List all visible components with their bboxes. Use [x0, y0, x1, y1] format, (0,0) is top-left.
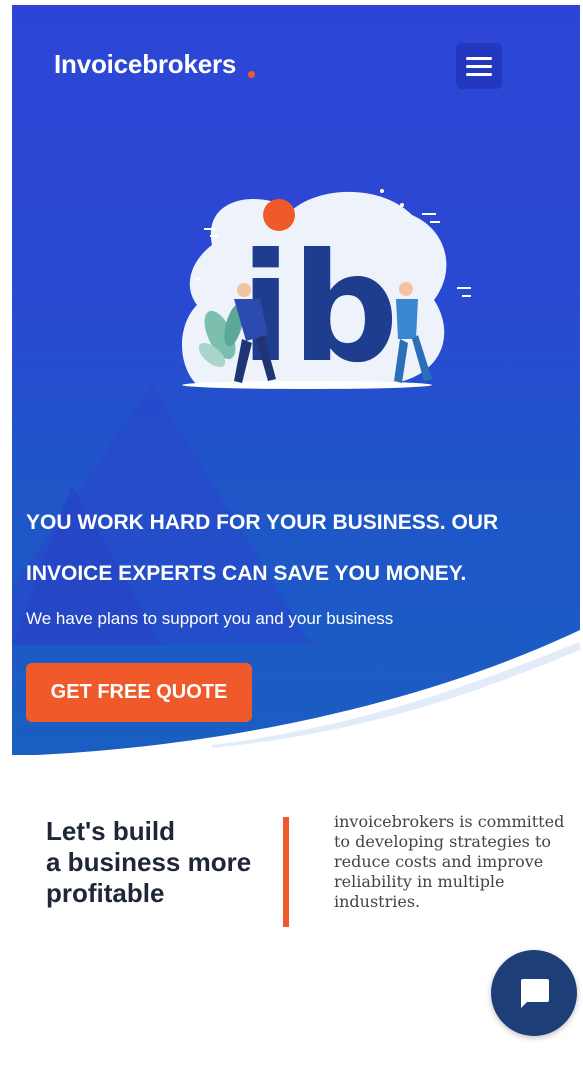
tagline-heading: Let's build a business more profitable — [46, 816, 251, 909]
intro-description: invoicebrokers is committed to developin… — [334, 812, 565, 911]
logo-text[interactable]: Invoicebrokers — [54, 49, 236, 80]
hamburger-menu-icon — [466, 56, 492, 60]
tagline-line-1: Let's build — [46, 816, 175, 846]
hamburger-menu-button[interactable] — [456, 43, 502, 89]
svg-text:ib: ib — [240, 222, 399, 396]
hero-headline-line-2: INVOICE EXPERTS CAN SAVE YOU MONEY. — [26, 562, 467, 585]
accent-divider — [283, 817, 289, 927]
hero-headline-line-1: YOU WORK HARD FOR YOUR BUSINESS. OUR — [26, 511, 499, 534]
chat-bubble-icon — [521, 979, 549, 1008]
chat-button[interactable] — [491, 950, 577, 1036]
tagline-line-2: a business more — [46, 847, 252, 877]
tagline-line-3: profitable — [46, 878, 165, 908]
hero-illustration: ib — [182, 189, 471, 396]
hero-bottom-curve — [12, 630, 580, 760]
logo-dot — [248, 71, 255, 78]
hero-headline: YOU WORK HARD FOR YOUR BUSINESS. OUR INV… — [26, 497, 546, 599]
